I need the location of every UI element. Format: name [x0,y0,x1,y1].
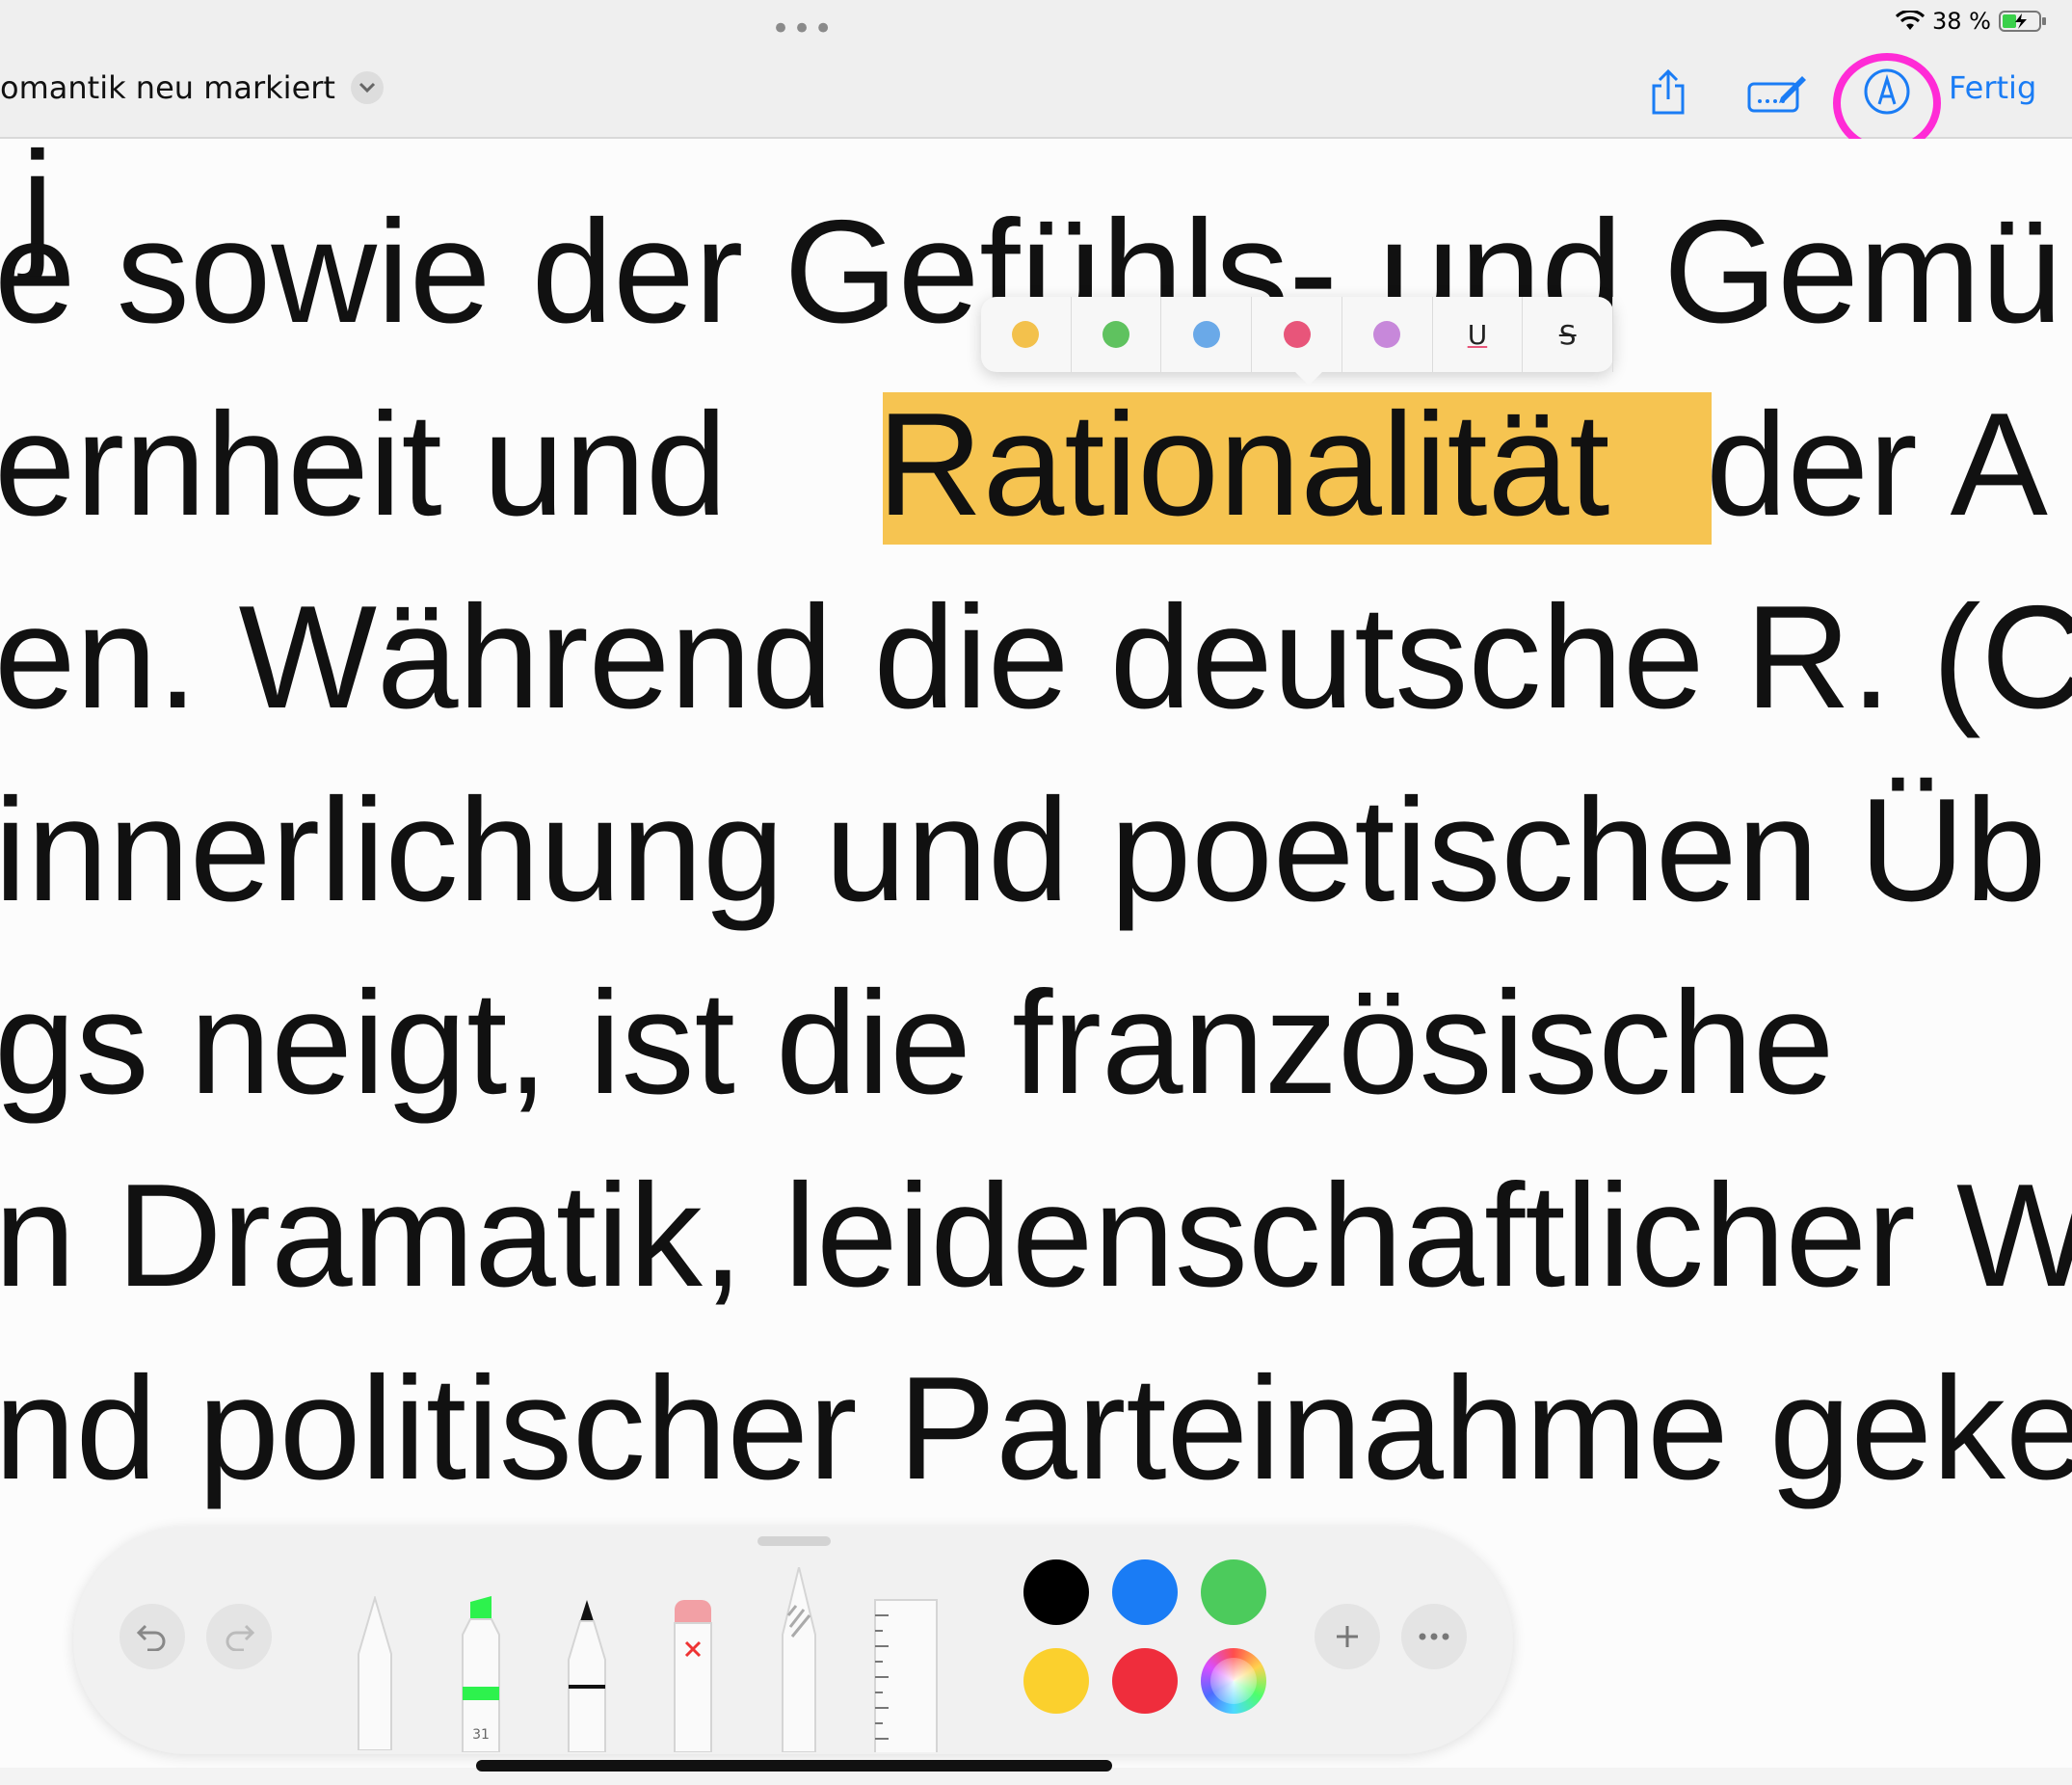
color-picker-wheel-icon[interactable] [1201,1648,1266,1714]
palette-grabber[interactable] [757,1536,831,1546]
battery-percent: 38 % [1932,8,1991,35]
document-title[interactable]: omantik neu markiert [0,69,384,106]
share-icon[interactable] [1644,67,1692,118]
purple-swatch-icon [1373,321,1401,348]
chevron-down-icon[interactable] [350,71,384,104]
done-button[interactable]: Fertig [1949,69,2036,106]
text-line-2a: ernheit und [0,383,728,546]
color-yellow[interactable] [1023,1648,1089,1714]
home-indicator[interactable] [476,1760,1112,1772]
status-bar: 38 % [1896,8,2047,35]
ruler-tool[interactable] [871,1596,941,1752]
multitasking-dots-icon[interactable]: ••• [771,10,835,48]
redo-icon [226,1624,255,1651]
green-swatch-icon [1102,321,1130,348]
highlight-purple-option[interactable] [1342,297,1433,372]
pen-tool[interactable] [351,1596,399,1750]
wifi-icon [1896,11,1926,30]
top-toolbar: ••• 38 % omantik neu markiert Fertig [0,0,2072,153]
document-page: j e sowie der Gefühls- und Gemü ernheit … [0,139,2072,1768]
add-button[interactable] [1315,1604,1380,1669]
eraser-tool[interactable] [669,1596,717,1752]
yellow-swatch-icon [1012,321,1040,348]
highlighted-word: Rationalität [877,383,1610,546]
blue-swatch-icon [1192,321,1220,348]
color-green[interactable] [1201,1559,1266,1625]
text-line-6: n Dramatik, leidenschaftlicher W [0,1154,2072,1318]
plus-icon [1337,1626,1358,1647]
highlight-pink-option[interactable] [1252,297,1342,372]
color-red[interactable] [1112,1648,1178,1714]
highlight-yellow-option[interactable] [981,297,1072,372]
marker-tool[interactable]: 31 [457,1596,505,1752]
popup-arrow [1295,372,1322,386]
redo-button[interactable] [206,1604,272,1669]
underline-icon: U [1467,318,1488,351]
highlight-green-option[interactable] [1072,297,1162,372]
pencil-tool[interactable] [563,1596,611,1752]
underline-option[interactable]: U [1433,297,1524,372]
highlight-blue-option[interactable] [1161,297,1253,372]
marker-size-label: 31 [472,1727,490,1743]
text-line-2b: der A [1706,383,2048,546]
document-title-text: omantik neu markiert [0,69,335,106]
lasso-tool[interactable] [775,1567,823,1752]
text-line-3: en. Während die deutsche R. (C [0,575,2072,739]
highlight-style-popup: U S [981,297,1614,386]
text-line-7: nd politischer Parteinahme geker [0,1346,2072,1510]
text-line-5: gs neigt, ist die französische [0,961,1835,1125]
strikethrough-option[interactable]: S [1523,297,1614,372]
color-blue[interactable] [1112,1559,1178,1625]
text-line-4: innerlichung und poetischen Üb [0,768,2047,932]
undo-button[interactable] [120,1604,185,1669]
color-black[interactable] [1023,1559,1089,1625]
keyboard-pencil-icon[interactable] [1746,71,1808,116]
battery-charging-icon [1999,11,2046,32]
more-button[interactable] [1401,1604,1467,1669]
ellipsis-icon [1419,1633,1449,1640]
pink-swatch-icon [1283,321,1311,348]
strikethrough-icon: S [1558,318,1577,351]
undo-icon [136,1624,166,1651]
